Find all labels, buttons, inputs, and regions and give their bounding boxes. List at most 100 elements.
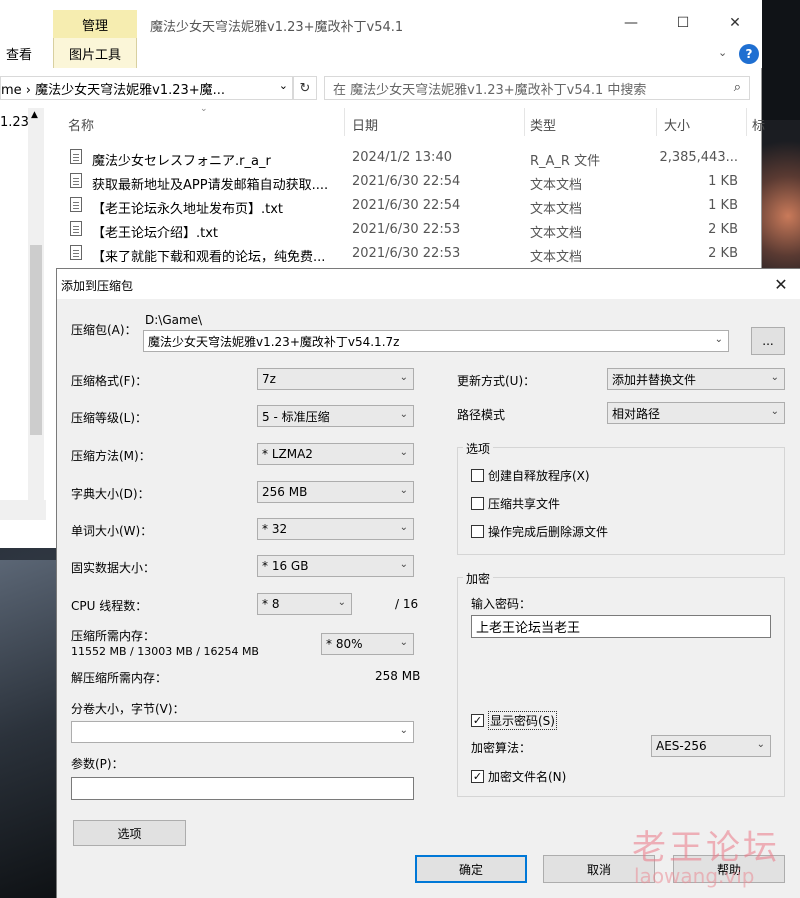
help-icon[interactable]: ? (739, 44, 759, 64)
delete-source-checkbox[interactable]: 操作完成后删除源文件 (471, 523, 608, 540)
ok-button[interactable]: 确定 (415, 855, 527, 883)
show-password-label: 显示密码(S) (488, 711, 557, 730)
format-select[interactable]: 7z ⌄ (257, 368, 414, 390)
params-input[interactable] (71, 777, 414, 800)
refresh-icon: ↻ (299, 80, 311, 96)
column-header-date[interactable]: 日期 (352, 115, 378, 134)
tab-view[interactable]: 查看 (6, 44, 32, 63)
split-label: 分卷大小，字节(V)： (71, 702, 185, 716)
password-value: 上老王论坛当老王 (476, 621, 581, 636)
file-name: 【老王论坛介绍】.txt (92, 226, 219, 241)
tab-picture-tools[interactable]: 图片工具 (53, 38, 137, 68)
path-select[interactable]: 相对路径 ⌄ (607, 402, 785, 424)
nav-horizontal-scrollbar[interactable] (0, 500, 46, 520)
chevron-down-icon: ⌄ (399, 637, 408, 648)
solid-select[interactable]: * 16 GB ⌄ (257, 555, 414, 577)
sfx-label: 创建自释放程序(X) (488, 469, 590, 483)
column-header-type[interactable]: 类型 (530, 115, 556, 134)
level-label: 压缩等级(L)： (71, 411, 148, 425)
split-select[interactable]: ⌄ (71, 721, 414, 743)
algo-select[interactable]: AES-256 ⌄ (651, 735, 771, 757)
mem-percent: * 80% (326, 637, 363, 651)
update-select[interactable]: 添加并替换文件 ⌄ (607, 368, 785, 390)
file-row[interactable]: 魔法少女セレスフォニア.r_a_r 2024/1/2 13:40 R_A_R 文… (66, 146, 756, 170)
column-separator[interactable] (344, 108, 345, 136)
options-button[interactable]: 选项 (73, 820, 186, 846)
sort-chevron-icon: ⌄ (200, 104, 208, 114)
password-input[interactable]: 上老王论坛当老王 (471, 615, 771, 638)
file-row[interactable]: 【老王论坛永久地址发布页】.txt 2021/6/30 22:54 文本文档 1… (66, 194, 756, 218)
column-header-name[interactable]: 名称 (68, 115, 94, 134)
cpu-max: / 16 (395, 597, 419, 611)
mem-percent-select[interactable]: * 80% ⌄ (321, 633, 414, 655)
refresh-button[interactable]: ↻ (293, 76, 317, 100)
show-password-checkbox[interactable]: ✓ 显示密码(S) (471, 711, 557, 730)
chevron-down-icon[interactable]: ⌄ (279, 79, 288, 92)
cpu-select[interactable]: * 8 ⌄ (257, 593, 352, 615)
dialog-title: 添加到压缩包 (61, 279, 134, 293)
minimize-button[interactable]: — (616, 12, 646, 34)
dict-select[interactable]: 256 MB ⌄ (257, 481, 414, 503)
solid-label: 固实数据大小： (71, 561, 156, 575)
search-icon: ⌕ (733, 80, 741, 95)
minimize-icon: — (624, 15, 638, 31)
delete-source-label: 操作完成后删除源文件 (488, 525, 609, 539)
column-separator[interactable] (524, 108, 525, 136)
maximize-button[interactable]: ☐ (668, 12, 698, 34)
archive-name-combo[interactable]: 魔法少女天穹法妮雅v1.23+魔改补丁v54.1.7z ⌄ (143, 330, 729, 352)
column-separator[interactable] (656, 108, 657, 136)
format-value: 7z (262, 372, 276, 386)
chevron-down-icon: ⌄ (399, 372, 408, 383)
options-group-title: 选项 (463, 440, 494, 457)
checkbox-box (471, 525, 484, 538)
path-value: 相对路径 (612, 406, 661, 421)
tab-manage[interactable]: 管理 (53, 10, 137, 38)
shared-label: 压缩共享文件 (488, 497, 561, 511)
browse-button[interactable]: ... (751, 327, 785, 355)
file-date: 2021/6/30 22:53 (352, 246, 461, 261)
column-separator[interactable] (746, 108, 747, 136)
shared-checkbox[interactable]: 压缩共享文件 (471, 495, 560, 512)
archive-dir: D:\Game\ (145, 313, 203, 327)
file-size: 2,385,443... (659, 150, 738, 165)
dialog-close-button[interactable]: ✕ (769, 273, 793, 295)
file-date: 2021/6/30 22:54 (352, 174, 461, 189)
file-type: 文本文档 (530, 250, 583, 265)
nav-scroll-thumb[interactable] (30, 245, 42, 435)
algo-value: AES-256 (656, 739, 707, 753)
chevron-down-icon: ⌄ (337, 597, 346, 608)
sfx-checkbox[interactable]: 创建自释放程序(X) (471, 467, 590, 484)
checkbox-box (471, 497, 484, 510)
nav-item[interactable]: 1.23 (0, 115, 29, 130)
level-value: 5 - 标准压缩 (262, 409, 330, 424)
method-select[interactable]: * LZMA2 ⌄ (257, 443, 414, 465)
file-row[interactable]: 获取最新地址及APP请发邮箱自动获取.... 2021/6/30 22:54 文… (66, 170, 756, 194)
cpu-label: CPU 线程数： (71, 599, 148, 613)
file-size: 1 KB (708, 174, 738, 189)
dict-label: 字典大小(D)： (71, 487, 150, 501)
file-name: 【老王论坛永久地址发布页】.txt (92, 202, 284, 217)
file-size: 2 KB (708, 246, 738, 261)
level-select[interactable]: 5 - 标准压缩 ⌄ (257, 405, 414, 427)
text-file-icon (70, 197, 82, 212)
encrypt-names-checkbox[interactable]: ✓ 加密文件名(N) (471, 768, 566, 785)
file-type: 文本文档 (530, 178, 583, 193)
cpu-value: * 8 (262, 597, 280, 611)
chevron-down-icon: ⌄ (756, 739, 765, 750)
decomp-value: 258 MB (375, 669, 421, 683)
word-select[interactable]: * 32 ⌄ (257, 518, 414, 540)
add-to-archive-dialog: 添加到压缩包 ✕ 压缩包(A)： D:\Game\ 魔法少女天穹法妮雅v1.23… (56, 268, 800, 898)
text-file-icon (70, 173, 82, 188)
column-header-extra[interactable]: 标 (752, 115, 765, 134)
text-file-icon (70, 221, 82, 236)
address-bar[interactable]: me › 魔法少女天穹法妮雅v1.23+魔... ⌄ (0, 76, 293, 100)
column-header-size[interactable]: 大小 (664, 115, 690, 134)
mem-label: 压缩所需内存： (71, 629, 156, 643)
file-row[interactable]: 【老王论坛介绍】.txt 2021/6/30 22:53 文本文档 2 KB (66, 218, 756, 242)
collapse-ribbon-icon[interactable]: ⌄ (718, 46, 727, 59)
file-row[interactable]: 【来了就能下载和观看的论坛，纯免费... 2021/6/30 22:53 文本文… (66, 242, 756, 266)
chevron-down-icon: ⌄ (399, 725, 408, 736)
search-input[interactable]: 在 魔法少女天穹法妮雅v1.23+魔改补丁v54.1 中搜索 ⌕ (324, 76, 750, 100)
close-button[interactable]: ✕ (720, 12, 750, 34)
scroll-up-icon[interactable]: ▲ (31, 110, 38, 120)
